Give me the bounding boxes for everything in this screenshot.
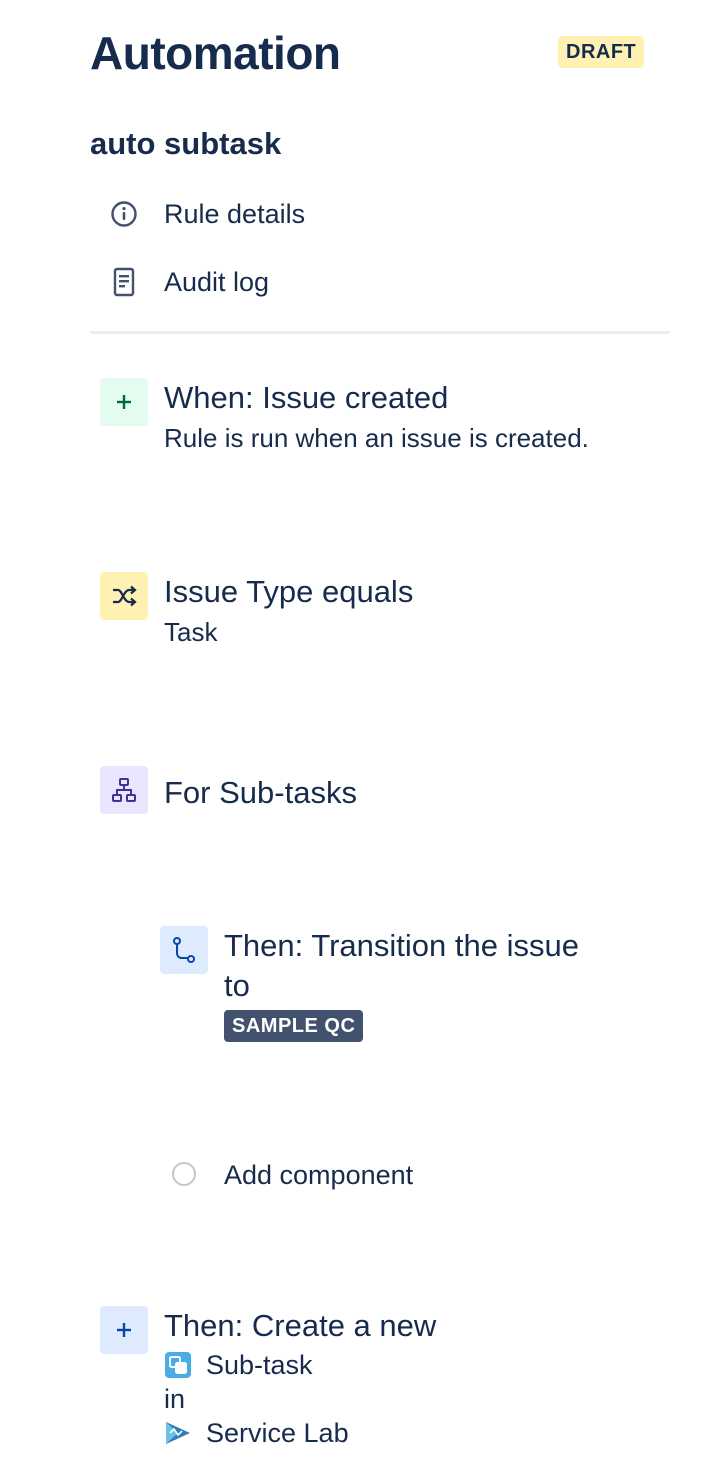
transition-title-line1: Then: Transition the issue xyxy=(224,928,579,963)
condition-value: Task xyxy=(164,617,218,647)
issue-type-row: Sub-task xyxy=(164,1348,436,1382)
connector-text: in xyxy=(164,1384,186,1414)
subtask-icon xyxy=(164,1351,192,1379)
hierarchy-icon xyxy=(100,766,148,814)
plus-icon xyxy=(100,378,148,426)
document-icon xyxy=(100,267,148,297)
create-step[interactable]: Then: Create a new Sub-task in Service L… xyxy=(100,1306,436,1450)
project-avatar-icon xyxy=(164,1419,192,1447)
divider xyxy=(90,331,670,334)
trigger-description: Rule is run when an issue is created. xyxy=(164,423,589,453)
transition-icon xyxy=(160,926,208,974)
add-component-label: Add component xyxy=(224,1160,414,1190)
info-icon xyxy=(100,200,148,228)
page-title: Automation xyxy=(90,27,341,79)
plus-icon xyxy=(100,1306,148,1354)
trigger-title: When: Issue created xyxy=(164,380,449,415)
transition-step[interactable]: Then: Transition the issue to SAMPLE QC xyxy=(160,926,579,1042)
nav-rule-details[interactable]: Rule details xyxy=(100,190,660,238)
create-title: Then: Create a new xyxy=(164,1308,437,1343)
condition-title: Issue Type equals xyxy=(164,574,414,609)
branch-step[interactable]: For Sub-tasks xyxy=(100,766,357,820)
nav-rule-details-label: Rule details xyxy=(164,198,306,229)
empty-circle-icon xyxy=(160,1152,208,1196)
project-row: Service Lab xyxy=(164,1416,436,1450)
nav-audit-log[interactable]: Audit log xyxy=(100,258,660,306)
issue-type-label: Sub-task xyxy=(206,1350,313,1380)
condition-step[interactable]: Issue Type equals Task xyxy=(100,572,413,650)
project-label: Service Lab xyxy=(206,1418,349,1448)
add-component-button[interactable]: Add component xyxy=(160,1152,413,1196)
status-lozenge: SAMPLE QC xyxy=(224,1010,364,1042)
nav-audit-log-label: Audit log xyxy=(164,266,270,297)
transition-title-line2: to xyxy=(224,968,250,1003)
trigger-step[interactable]: When: Issue created Rule is run when an … xyxy=(100,378,589,456)
status-badge: DRAFT xyxy=(558,36,645,68)
rule-name: auto subtask xyxy=(90,126,282,161)
branch-title: For Sub-tasks xyxy=(164,775,357,810)
shuffle-icon xyxy=(100,572,148,620)
